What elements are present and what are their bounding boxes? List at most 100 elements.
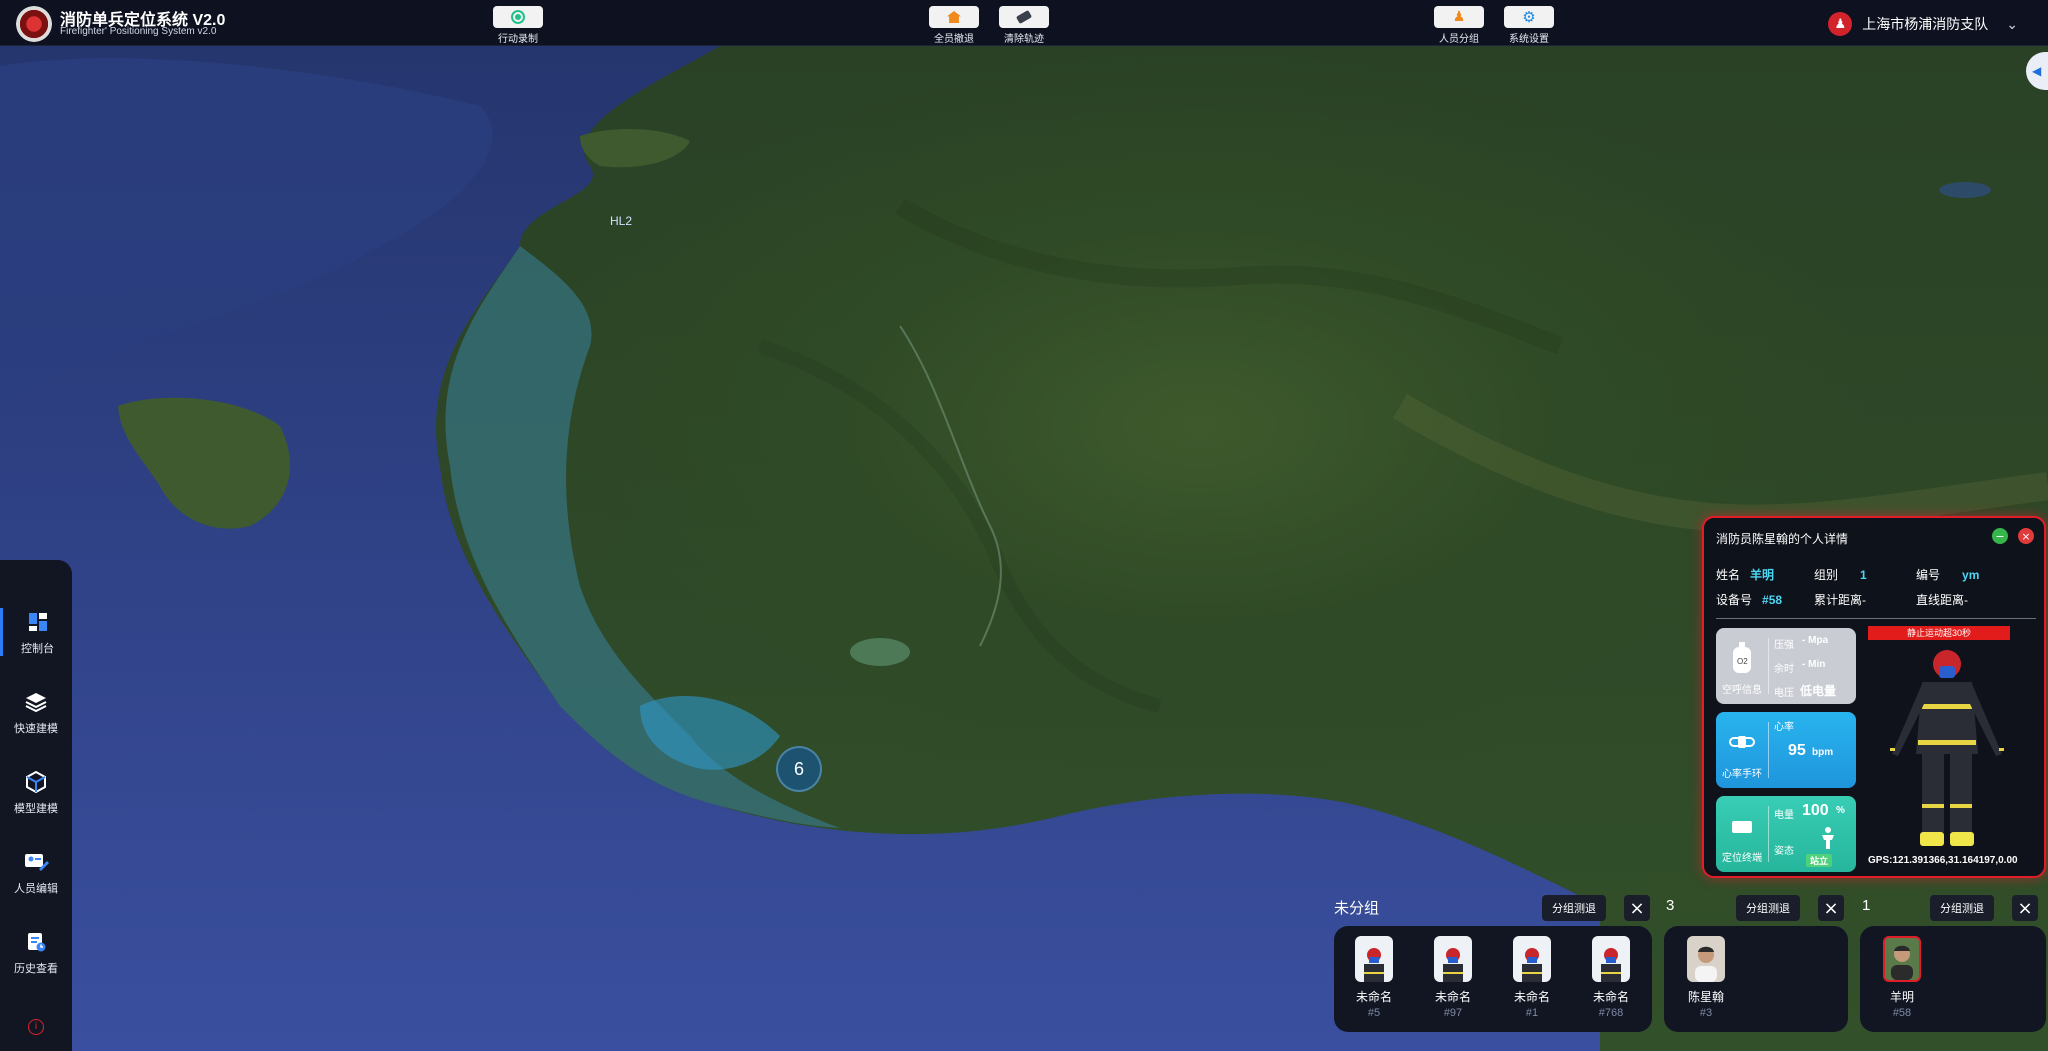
top-bar: 消防单兵定位系统 V2.0 Firefighter' Positioning S… (0, 0, 2048, 46)
evacuate-all-label: 全员撤退 (934, 34, 974, 45)
sidebar-item-label: 模型建模 (14, 803, 58, 815)
chevron-left-icon: ◀ (2032, 64, 2042, 78)
people-group-icon: ♟ (1452, 9, 1466, 25)
settings-button[interactable]: ⚙ 系统设置 (1503, 6, 1555, 45)
fire-dept-logo (16, 6, 52, 42)
posture-value: 站立 (1806, 854, 1833, 867)
code-field: 编号 ym (1916, 566, 1979, 583)
group-number-label: 3 (1666, 897, 1675, 914)
group-withdraw-button[interactable]: 分组测退 (1930, 895, 1994, 921)
record-label: 行动录制 (498, 34, 538, 45)
cumulative-distance: 累计距离- (1814, 591, 1866, 608)
ridge-line (757, 339, 1162, 713)
lake (850, 638, 910, 666)
left-sidebar: 控制台 快速建模 模型建模 人员编辑 历史查看 i (0, 560, 72, 1051)
member-card-selected[interactable]: 羊明 #58 (1872, 930, 1932, 1030)
evacuate-icon (947, 11, 961, 23)
firefighter-3d-figure (1882, 644, 2012, 858)
standing-person-icon (1818, 826, 1838, 854)
organization-name: 上海市杨浦消防支队 (1862, 16, 1989, 32)
battery-label: 电量 (1774, 810, 1794, 821)
member-number: #5 (1367, 1007, 1381, 1019)
firefighter-avatar-icon (1592, 936, 1630, 982)
ungrouped-member-list: 未命名 #5 未命名 #97 未命名 #1 未命名 #768 (1334, 926, 1652, 1032)
person-photo-avatar (1687, 936, 1725, 982)
voltage-value: 低电量 (1800, 684, 1837, 698)
grouping-button[interactable]: ♟ 人员分组 (1433, 6, 1485, 45)
personnel-cluster-marker[interactable]: 6 (776, 746, 822, 792)
air-breathing-card: O2 压强 - Mpa 余时 - Min 电压 低电量 空呼信息 (1716, 628, 1856, 704)
member-name: 陈星翰 (1687, 990, 1724, 1004)
straight-distance: 直线距离- (1916, 591, 1968, 608)
member-name: 羊明 (1889, 990, 1914, 1004)
oxygen-tank-icon: O2 (1724, 640, 1760, 676)
group-value: 1 (1860, 567, 1867, 582)
group-withdraw-button[interactable]: 分组测退 (1542, 895, 1606, 921)
sidebar-item-dashboard[interactable]: 控制台 (0, 608, 72, 656)
minus-icon: − (1995, 529, 2005, 543)
sidebar-item-quick-model[interactable]: 快速建模 (0, 688, 72, 736)
person-photo-avatar (1883, 936, 1921, 982)
minimize-button[interactable]: − (1992, 528, 2008, 544)
history-icon (22, 928, 50, 956)
member-name: 未命名 (1434, 990, 1471, 1004)
sidebar-item-label: 快速建模 (14, 723, 58, 735)
battery-value: 100 (1802, 802, 1829, 819)
evacuate-all-button[interactable]: 全员撤退 (928, 6, 980, 45)
group-withdraw-button[interactable]: 分组测退 (1736, 895, 1800, 921)
ungrouped-label: 未分组 (1334, 900, 1380, 917)
settings-label: 系统设置 (1509, 34, 1549, 45)
dashboard-icon (24, 608, 52, 636)
app-root: HL2 6 消防单兵定位系统 V2.0 Firefighter' Positio… (0, 0, 2048, 1051)
member-name: 未命名 (1355, 990, 1392, 1004)
pressure-value: - Mpa (1802, 635, 1829, 646)
clear-track-button[interactable]: 清除轨迹 (998, 6, 1050, 45)
device-field: 设备号 #58 (1716, 591, 1782, 608)
locator-device-icon (1724, 808, 1760, 844)
plain-band (1392, 393, 2048, 533)
app-subtitle: Firefighter' Positioning System v2.0 (60, 26, 217, 37)
code-value: ym (1962, 567, 1980, 582)
map-label: HL2 (610, 214, 633, 228)
sidebar-item-model-build[interactable]: 模型建模 (0, 768, 72, 816)
member-card[interactable]: 陈星翰 #3 (1676, 936, 1736, 1019)
svg-text:O2: O2 (1737, 657, 1748, 666)
battery-unit: % (1836, 805, 1845, 816)
posture-label: 姿态 (1774, 846, 1794, 857)
organization-selector[interactable]: ♟ 上海市杨浦消防支队 ⌄ (1828, 12, 2018, 36)
group-close-button[interactable]: × (1818, 895, 1844, 921)
close-icon: × (2021, 529, 2031, 543)
pressure-label: 压强 (1774, 640, 1794, 651)
heart-rate-unit: bpm (1812, 747, 1834, 758)
group-3-member-list: 陈星翰 #3 (1664, 926, 1848, 1032)
name-field: 姓名 羊明 (1716, 566, 1774, 583)
close-icon: × (1629, 897, 1645, 919)
member-card[interactable]: 未命名 #97 (1423, 936, 1483, 1019)
member-card[interactable]: 未命名 #5 (1344, 936, 1404, 1019)
cube-icon (22, 768, 50, 796)
firefighter-avatar-icon (1434, 936, 1472, 982)
lake (1939, 182, 1991, 198)
group-close-button[interactable]: × (2012, 895, 2038, 921)
close-button[interactable]: × (2018, 528, 2034, 544)
sidebar-item-personnel-edit[interactable]: 人员编辑 (0, 848, 72, 896)
name-key: 姓名 (1716, 568, 1741, 582)
member-number: #97 (1443, 1007, 1463, 1019)
straight-distance-text: 直线距离- (1916, 593, 1968, 607)
member-card[interactable]: 未命名 #768 (1581, 936, 1641, 1019)
card-separator (1768, 638, 1769, 694)
device-key: 设备号 (1716, 593, 1753, 607)
group-close-button[interactable]: × (1624, 895, 1650, 921)
sidebar-item-label: 人员编辑 (14, 883, 58, 895)
remaining-label: 余时 (1774, 664, 1794, 675)
divider (1716, 618, 2036, 619)
device-value: #58 (1762, 592, 1783, 607)
grouping-label: 人员分组 (1439, 34, 1479, 45)
sidebar-item-history[interactable]: 历史查看 (0, 928, 72, 976)
group-number-label: 1 (1862, 897, 1871, 914)
card-name: 心率手环 (1722, 769, 1762, 780)
member-card[interactable]: 未命名 #1 (1502, 936, 1562, 1019)
record-button[interactable]: 行动录制 (492, 6, 544, 45)
info-icon[interactable]: i (28, 1019, 44, 1035)
layers-icon (22, 688, 50, 716)
